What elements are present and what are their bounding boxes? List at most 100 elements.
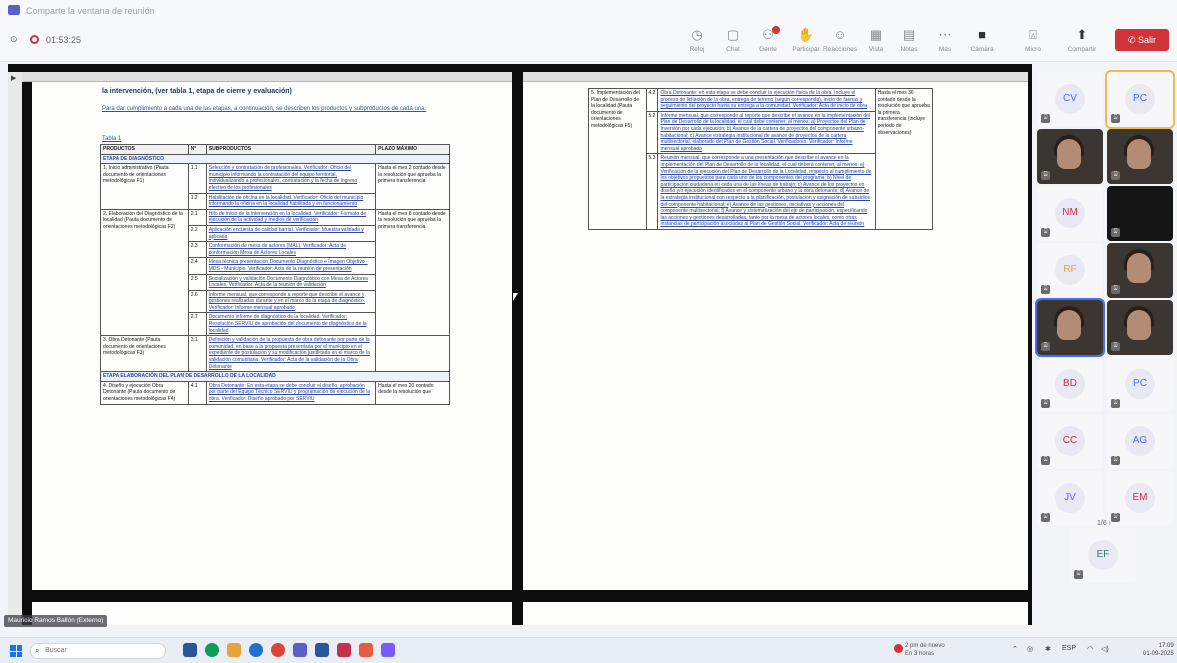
app-icon[interactable] — [381, 643, 395, 657]
toolbar-button-label: Chat — [726, 46, 740, 53]
deadline-cell — [375, 335, 450, 373]
calendar-notification[interactable]: 2 pm de nuevo En 3 horas — [894, 642, 945, 658]
bluetooth-icon[interactable]: ✱ — [1045, 645, 1051, 653]
recording-icon — [30, 35, 39, 44]
participant-tile[interactable]: NM ⍓ — [1037, 186, 1103, 241]
subproduct-cell: Aplicación encuesta de calidad barrial. … — [205, 224, 377, 243]
folder-icon[interactable] — [227, 643, 241, 657]
participant-tile[interactable]: EF ⍓ — [1070, 528, 1136, 583]
ruler-arrow-icon: ▶ — [11, 75, 17, 82]
subproduct-cell: Informe mensual, que corresponde a repor… — [205, 289, 377, 314]
toolbar-button-label: Participar — [792, 46, 820, 53]
toolbar-button-clock[interactable]: ◷ Reloj — [680, 27, 714, 53]
number-cell: 5.2 — [645, 110, 659, 155]
volume-icon[interactable]: ◁) — [1101, 645, 1109, 653]
participant-tile[interactable]: ⍓ — [1107, 129, 1173, 184]
table-row: 4. Diseño y ejecución Obra Detonante (Pa… — [100, 380, 450, 405]
subproduct-cell: Habilitación de oficina en la localidad.… — [205, 192, 377, 210]
participant-tile[interactable]: CC ⍓ — [1037, 414, 1103, 469]
video-feed — [1127, 139, 1151, 169]
avatar: PC — [1125, 84, 1155, 114]
toolbar-button-notes[interactable]: ▤ Notas — [892, 27, 926, 53]
app-tray-icon[interactable]: ◎ — [1027, 645, 1033, 653]
smile-icon: ☺ — [833, 27, 847, 42]
edge-icon[interactable] — [249, 643, 263, 657]
participant-tile[interactable]: ⍓ — [1107, 243, 1173, 298]
avatar: AG — [1125, 426, 1155, 456]
document-page-1: la intervención, (ver tabla 1, etapa de … — [32, 82, 512, 590]
mic-muted-icon: ⍓ — [1111, 285, 1120, 294]
app-icon[interactable] — [183, 643, 197, 657]
chat-icon: ▢ — [726, 27, 740, 42]
participant-tile[interactable]: ⍓ — [1035, 298, 1105, 357]
wifi-icon[interactable]: ◠ — [1087, 645, 1093, 653]
toolbar-button-view[interactable]: ▦ Vista — [859, 27, 893, 53]
taskbar-clock[interactable]: 17:09 01-09-2025 — [1143, 642, 1174, 658]
app-icon[interactable] — [359, 643, 373, 657]
video-feed — [1127, 310, 1151, 340]
subproduct-cell: Reunión mensual, que corresponde a una p… — [657, 153, 876, 230]
subproduct-cell: Mesa técnica presentación Documento Diag… — [205, 257, 377, 275]
toolbar-button-label: Cámara — [970, 46, 994, 53]
participant-tile[interactable]: RF ⍓ — [1037, 243, 1103, 298]
windows-start-icon[interactable] — [10, 645, 22, 657]
chevron-up-icon[interactable]: ⌃ — [1012, 645, 1018, 653]
mic-muted-icon: ⍓ — [1041, 171, 1050, 180]
toolbar-button-camera[interactable]: ■ Cámara — [965, 27, 999, 53]
subproduct-cell: Selección y contratación de profesionale… — [205, 163, 377, 194]
notification-title: 2 pm de nuevo — [905, 643, 945, 649]
document-page-2: 5. Implementación del Plan de Desarrollo… — [523, 82, 1028, 590]
mic-muted-icon: ⍓ — [1041, 456, 1050, 465]
number-cell: 2.6 — [187, 289, 207, 314]
table-title: Tabla 1 — [102, 136, 122, 142]
word-icon[interactable] — [315, 643, 329, 657]
toolbar-button-people[interactable]: ⚇ Gente — [751, 26, 785, 53]
participant-tile[interactable]: EM ⍓ — [1107, 471, 1173, 526]
language-indicator[interactable]: ESP — [1062, 645, 1076, 652]
participant-tile[interactable]: PC ⍓ — [1107, 357, 1173, 412]
participant-tile[interactable]: BD ⍓ — [1037, 357, 1103, 412]
avatar: PC — [1125, 369, 1155, 399]
number-cell: 2.2 — [187, 224, 207, 243]
subproduct-cell: Socialización y validación Documento Dia… — [205, 273, 377, 291]
product-cell: 2. Elaboración del Diagnóstico de la loc… — [100, 208, 189, 337]
video-feed — [1057, 310, 1081, 340]
gallery-pager[interactable]: 1/6 › — [1097, 520, 1111, 527]
teams-logo-icon — [8, 5, 20, 15]
participant-tile[interactable]: AG ⍓ — [1107, 414, 1173, 469]
toolbar-button-hand[interactable]: ✋ Participar — [789, 27, 823, 53]
toolbar-button-mic[interactable]: ⍓ Micro — [1016, 27, 1050, 53]
number-cell: 4.2 — [645, 88, 659, 112]
pdf-icon[interactable] — [337, 643, 351, 657]
app-icon[interactable] — [205, 643, 219, 657]
toolbar-button-share[interactable]: ⬆ Compartir — [1065, 27, 1099, 53]
toolbar-button-label: Reloj — [689, 46, 705, 53]
table-row: 1. Inicio administrativo (Pauta document… — [100, 163, 450, 210]
clock-icon: ◷ — [691, 27, 703, 42]
document-heading: la intervención, (ver tabla 1, etapa de … — [102, 88, 292, 95]
toolbar-button-chat[interactable]: ▢ Chat — [716, 27, 750, 53]
teams-icon[interactable] — [293, 643, 307, 657]
stage-row: ETAPA ELABORACIÓN DEL PLAN DE DESARROLLO… — [100, 371, 450, 382]
more-icon: ⋯ — [938, 27, 952, 42]
mic-muted-icon: ⍓ — [1111, 171, 1120, 180]
toolbar-button-label: Reacciones — [823, 46, 857, 53]
leave-button[interactable]: ✆ Salir — [1115, 29, 1169, 51]
avatar: CC — [1055, 426, 1085, 456]
mic-muted-icon: ⍓ — [1041, 342, 1050, 351]
participant-tile[interactable]: CV ⍓ — [1037, 72, 1103, 127]
number-cell: 2.7 — [187, 312, 207, 337]
participant-tile[interactable]: ⍓ — [1107, 300, 1173, 355]
participant-tile[interactable]: ⍓ — [1107, 186, 1173, 241]
chrome-icon[interactable] — [271, 643, 285, 657]
toolbar-button-label: Micro — [1025, 46, 1041, 53]
table-header-row: PRODUCTOS N° SUBPRODUCTOS PLAZO MÁXIMO — [100, 144, 450, 155]
mic-muted-icon: ⍓ — [1111, 513, 1120, 522]
notification-icon — [894, 644, 903, 653]
participant-tile[interactable]: PC ⍓ — [1105, 70, 1175, 129]
participant-tile[interactable]: ⍓ — [1037, 129, 1103, 184]
toolbar-button-more[interactable]: ⋯ Más — [928, 27, 962, 53]
toolbar-button-smile[interactable]: ☺ Reacciones — [823, 27, 857, 53]
participant-tile[interactable]: JV ⍓ — [1037, 471, 1103, 526]
taskbar-search[interactable]: ⌕ Buscar — [30, 643, 166, 659]
